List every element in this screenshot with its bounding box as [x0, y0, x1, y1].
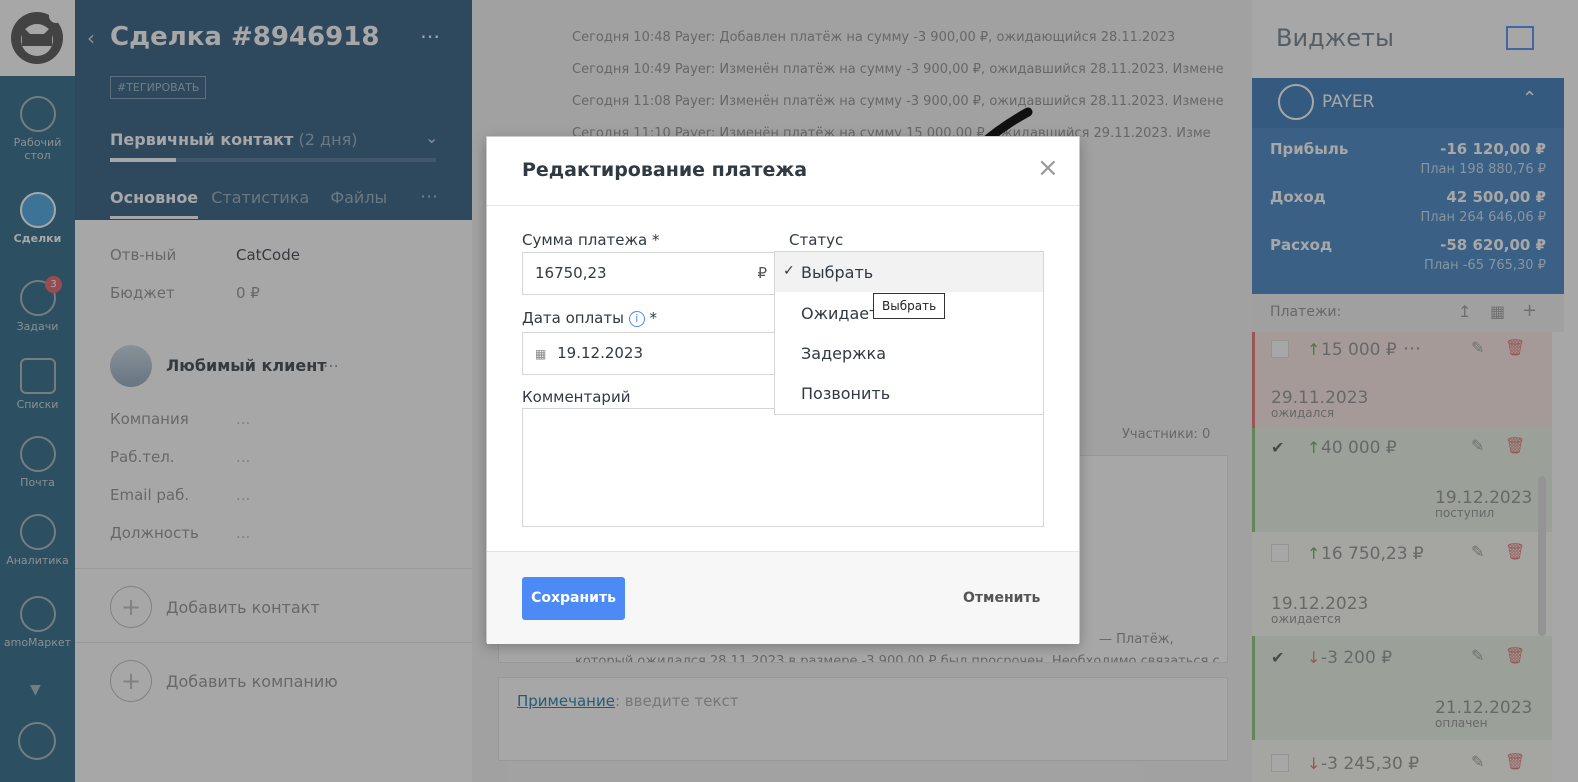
status-option[interactable]: Позвонить [775, 374, 1043, 414]
save-button[interactable]: Сохранить [522, 577, 625, 620]
status-option[interactable]: Задержка [775, 334, 1043, 374]
date-label-row: Дата оплаты i * [522, 309, 657, 327]
info-icon[interactable]: i [628, 310, 645, 327]
modal-title: Редактирование платежа [522, 159, 808, 181]
close-icon[interactable]: × [1037, 153, 1059, 183]
check-icon: ✓ [783, 263, 795, 279]
amount-input[interactable]: 16750,23 ₽ [522, 252, 776, 295]
modal-divider [487, 205, 1079, 206]
required-mark: * [649, 309, 658, 327]
status-option-selected[interactable]: ✓ Выбрать [775, 252, 1043, 292]
date-label: Дата оплаты [522, 309, 624, 327]
status-option-label: Позвонить [801, 384, 891, 403]
status-option-label: Задержка [801, 344, 887, 363]
currency-symbol: ₽ [757, 264, 767, 282]
comment-label: Комментарий [522, 388, 631, 406]
cancel-button[interactable]: Отменить [963, 590, 1040, 606]
amount-label: Сумма платежа * [522, 231, 660, 249]
status-label: Статус [789, 231, 844, 249]
calendar-icon: ▦ [535, 347, 547, 361]
amount-value: 16750,23 [535, 264, 607, 282]
comment-textarea[interactable] [522, 408, 1044, 527]
date-value: 19.12.2023 [557, 344, 644, 362]
date-input[interactable]: ▦ 19.12.2023 [522, 332, 776, 375]
tooltip: Выбрать [873, 293, 946, 319]
status-option-label: Выбрать [801, 263, 874, 282]
status-dropdown[interactable]: ✓ Выбрать Ожидаетс Задержка Позвонить [774, 251, 1044, 415]
modal-footer: Сохранить Отменить [487, 551, 1079, 644]
